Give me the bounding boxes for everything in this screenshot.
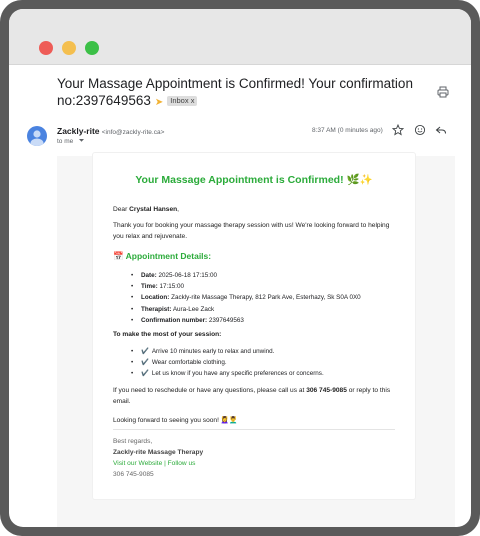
tip-item: ✔️Let us know if you have any specific p… (131, 368, 324, 379)
reschedule-prefix: If you need to reschedule or have any qu… (113, 387, 307, 394)
checkmark-icon: ✔️ (141, 359, 149, 367)
signature-links: Visit our Website | Follow us (113, 459, 195, 469)
sender-name[interactable]: Zackly-rite (57, 126, 100, 136)
emoji-icon[interactable] (414, 124, 426, 136)
detail-label: Date: (141, 272, 157, 279)
contact-phone: 306 745-9085 (306, 387, 347, 394)
tip-text: Wear comfortable clothing. (151, 359, 227, 367)
intro-paragraph: Thank you for booking your massage thera… (113, 222, 390, 240)
tips-heading-text: To make the most of your session: (113, 331, 222, 338)
greeting-suffix: , (177, 206, 179, 213)
checkmark-icon: ✔️ (141, 348, 149, 355)
to-line-text: to me (57, 138, 74, 145)
customer-name: Crystal Hansen (129, 206, 178, 213)
detail-label: Therapist: (141, 305, 172, 313)
minimize-window-button[interactable] (62, 41, 76, 55)
importance-marker-icon[interactable]: ➤ (155, 97, 163, 108)
subject-text: Your Massage Appointment is Confirmed! Y… (57, 76, 413, 108)
print-icon[interactable] (437, 86, 449, 98)
appointment-details-list: Date: 2025-06-18 17:15:00 Time: 17:15:00… (131, 270, 361, 326)
detail-value: 2397649563 (208, 316, 244, 324)
reschedule-paragraph: If you need to reschedule or have any qu… (113, 385, 403, 407)
star-icon[interactable] (392, 124, 404, 136)
website-link[interactable]: Visit our Website (113, 460, 162, 467)
detail-value: Zackly-rite Massage Therapy, 812 Park Av… (171, 294, 361, 302)
maximize-window-button[interactable] (85, 41, 99, 55)
detail-value: 2025-06-18 17:15:00 (158, 272, 217, 279)
email-body-card: Your Massage Appointment is Confirmed! 🌿… (93, 153, 415, 499)
greeting-prefix: Dear (113, 206, 130, 213)
detail-date: Date: 2025-06-18 17:15:00 (131, 270, 361, 281)
email-time: 8:37 AM (0 minutes ago) (312, 127, 383, 134)
window-titlebar (9, 9, 471, 65)
recipients-toggle[interactable]: to me (57, 138, 85, 145)
regards: Best regards, (113, 438, 153, 445)
detail-value: Aura-Lee Zack (172, 305, 215, 313)
tips-heading: To make the most of your session: (113, 329, 221, 340)
remove-label-icon[interactable]: x (191, 96, 195, 105)
sender-email: <info@zackly-rite.ca> (101, 129, 165, 136)
signature-phone: 306 745-9085 (113, 471, 154, 478)
detail-label: Time: (141, 283, 158, 291)
detail-label: Location: (141, 294, 170, 302)
tip-item: ✔️Arrive 10 minutes early to relax and u… (131, 346, 324, 357)
detail-confirmation: Confirmation number: 2397649563 (131, 315, 361, 326)
closing-line: Looking forward to seeing you soon! 💆‍♀️… (113, 417, 238, 424)
email-subject: Your Massage Appointment is Confirmed! Y… (57, 75, 417, 111)
detail-location: Location: Zackly-rite Massage Therapy, 8… (131, 292, 361, 303)
sender-line: Zackly-rite <info@zackly-rite.ca> (57, 126, 164, 138)
close-window-button[interactable] (39, 41, 53, 55)
checkmark-icon: ✔️ (141, 370, 149, 378)
detail-value: 17:15:00 (159, 283, 184, 291)
inbox-label-text: Inbox (170, 96, 189, 105)
inbox-label[interactable]: Inbox x (167, 96, 198, 106)
detail-time: Time: 17:15:00 (131, 281, 361, 292)
greeting: Dear Crystal Hansen, (113, 204, 179, 215)
company-name: Zackly-rite Massage Therapy (113, 449, 204, 456)
tips-list: ✔️Arrive 10 minutes early to relax and u… (131, 346, 324, 380)
details-heading: 📅 Appointment Details: (113, 251, 212, 261)
detail-label: Confirmation number: (141, 316, 208, 324)
detail-therapist: Therapist: Aura-Lee Zack (131, 304, 361, 315)
tip-item: ✔️Wear comfortable clothing. (131, 357, 324, 368)
follow-us-link[interactable]: Follow us (168, 460, 196, 467)
tip-text: Let us know if you have any specific pre… (151, 370, 324, 378)
reply-icon[interactable] (435, 124, 447, 136)
signature-divider (113, 429, 395, 430)
email-heading: Your Massage Appointment is Confirmed! 🌿… (135, 174, 373, 186)
chevron-down-icon[interactable] (78, 138, 85, 143)
tip-text: Arrive 10 minutes early to relax and unw… (151, 348, 275, 355)
avatar-icon[interactable] (27, 126, 47, 146)
